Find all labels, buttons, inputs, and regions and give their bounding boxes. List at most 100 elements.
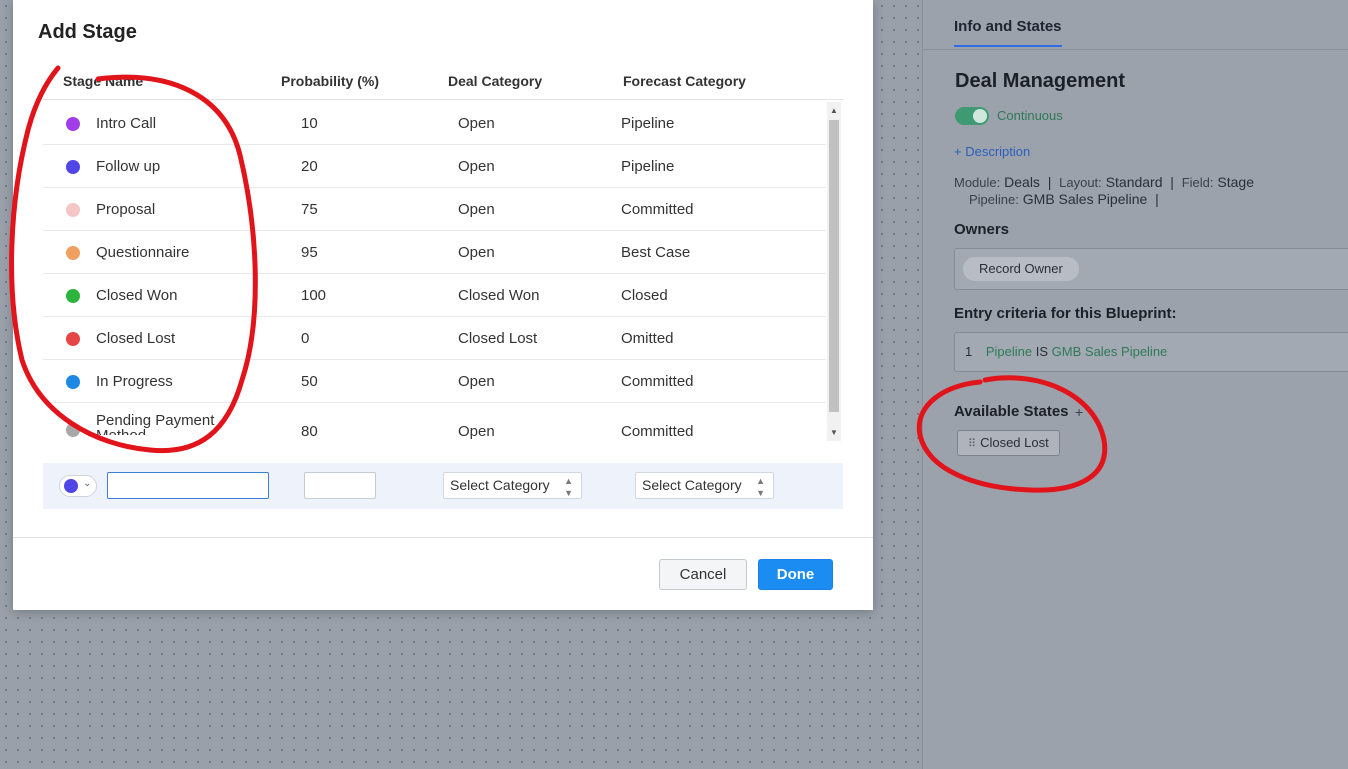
- add-description-link[interactable]: + Description: [954, 144, 1030, 159]
- table-row[interactable]: Intro Call 10 Open Pipeline: [43, 102, 826, 145]
- stage-color-dot: [66, 375, 80, 389]
- stage-color-dot: [66, 332, 80, 346]
- separator: |: [1047, 174, 1052, 190]
- table-scrollbar[interactable]: ▲ ▼: [827, 102, 841, 441]
- stage-name: Intro Call: [96, 115, 157, 132]
- stage-name: Questionnaire: [96, 244, 190, 261]
- pipeline-key: Pipeline:: [969, 192, 1019, 207]
- col-deal-category: Deal Category: [448, 73, 543, 89]
- stage-forecast-category: Committed: [621, 423, 694, 440]
- state-chip-label: Closed Lost: [980, 435, 1049, 450]
- field-key: Field:: [1181, 175, 1214, 190]
- stage-deal-category: Open: [458, 201, 495, 218]
- scroll-up-arrow-icon[interactable]: ▲: [827, 104, 841, 118]
- stage-probability: 100: [301, 287, 327, 304]
- stage-deal-category: Open: [458, 244, 495, 261]
- separator: |: [1155, 191, 1159, 207]
- table-row[interactable]: Closed Lost 0 Closed Lost Omitted: [43, 317, 826, 360]
- available-state-chip[interactable]: ⠿ Closed Lost: [957, 430, 1060, 456]
- continuous-toggle[interactable]: [955, 107, 989, 125]
- stage-name: Closed Won: [96, 287, 178, 304]
- blueprint-meta: Module: Deals | Layout: Standard | Field…: [954, 174, 1254, 208]
- table-row[interactable]: Questionnaire 95 Open Best Case: [43, 231, 826, 274]
- stage-color-dot: [66, 289, 80, 303]
- pipeline-value: GMB Sales Pipeline: [1022, 191, 1148, 207]
- stage-probability: 95: [301, 244, 318, 261]
- table-row[interactable]: In Progress 50 Open Committed: [43, 360, 826, 403]
- table-row[interactable]: Follow up 20 Open Pipeline: [43, 145, 826, 188]
- stage-color-dot: [66, 203, 80, 217]
- module-key: Module:: [954, 175, 1001, 190]
- scroll-thumb[interactable]: [829, 120, 839, 412]
- entry-criteria-box[interactable]: 1 Pipeline IS GMB Sales Pipeline: [954, 332, 1348, 372]
- col-forecast-category: Forecast Category: [623, 73, 746, 89]
- criteria-field: Pipeline: [985, 344, 1033, 359]
- footer-divider: [13, 537, 873, 538]
- stage-name: Closed Lost: [96, 330, 176, 347]
- modal-title: Add Stage: [38, 21, 137, 43]
- stage-color-dot: [66, 246, 80, 260]
- side-panel: Info and States Deal Management Continuo…: [922, 0, 1348, 769]
- module-value: Deals: [1004, 174, 1040, 190]
- stage-probability: 10: [301, 115, 318, 132]
- pipeline-line: Pipeline: GMB Sales Pipeline |: [954, 191, 1254, 208]
- probability-input[interactable]: [304, 472, 376, 499]
- selected-color-dot: [64, 479, 78, 493]
- stage-deal-category: Open: [458, 158, 495, 175]
- stage-deal-category: Open: [458, 373, 495, 390]
- layout-key: Layout:: [1059, 175, 1102, 190]
- deal-category-select-label: Select Category: [450, 477, 550, 493]
- side-tabs: Info and States: [923, 0, 1348, 50]
- layout-value: Standard: [1105, 174, 1163, 190]
- select-arrows-icon: ▲ ▼: [564, 476, 573, 498]
- stage-color-dot: [66, 423, 80, 437]
- stage-name: In Progress: [96, 373, 173, 390]
- stage-deal-category: Open: [458, 423, 495, 440]
- stage-probability: 50: [301, 373, 318, 390]
- stage-table: Intro Call 10 Open Pipeline Follow up 20…: [43, 99, 843, 441]
- cancel-button[interactable]: Cancel: [659, 559, 747, 590]
- new-stage-row: ⌄ Select Category ▲ ▼ Select Category ▲ ▼: [43, 463, 843, 509]
- separator: |: [1170, 174, 1174, 190]
- tab-info-and-states[interactable]: Info and States: [954, 18, 1062, 47]
- done-button[interactable]: Done: [758, 559, 833, 590]
- add-state-icon[interactable]: +: [1075, 404, 1083, 420]
- table-row[interactable]: Closed Won 100 Closed Won Closed: [43, 274, 826, 317]
- stage-name-input[interactable]: [107, 472, 269, 499]
- available-states-label: Available States: [954, 403, 1069, 420]
- stage-deal-category: Closed Won: [458, 287, 540, 304]
- table-row[interactable]: Pending Payment Method 80 Open Committed: [43, 403, 826, 441]
- col-stage-name: Stage Name: [63, 73, 144, 89]
- stage-forecast-category: Committed: [621, 201, 694, 218]
- stage-forecast-category: Omitted: [621, 330, 674, 347]
- stage-color-dot: [66, 117, 80, 131]
- stage-probability: 75: [301, 201, 318, 218]
- criteria-value: GMB Sales Pipeline: [1051, 344, 1168, 359]
- add-stage-modal: Add Stage Stage Name Probability (%) Dea…: [13, 0, 873, 610]
- drag-handle-icon[interactable]: ⠿: [968, 438, 976, 450]
- scroll-down-arrow-icon[interactable]: ▼: [827, 426, 841, 440]
- stage-name: Pending Payment Method: [96, 413, 215, 435]
- entry-criteria-label: Entry criteria for this Blueprint:: [954, 305, 1177, 322]
- owner-chip[interactable]: Record Owner: [963, 257, 1079, 281]
- stage-deal-category: Closed Lost: [458, 330, 538, 347]
- deal-category-select[interactable]: Select Category ▲ ▼: [443, 472, 582, 499]
- stage-probability: 80: [301, 423, 318, 440]
- owners-label: Owners: [954, 221, 1010, 238]
- forecast-category-select-label: Select Category: [642, 477, 742, 493]
- color-picker[interactable]: ⌄: [59, 475, 97, 497]
- field-value: Stage: [1217, 174, 1254, 190]
- col-probability: Probability (%): [281, 73, 380, 89]
- toggle-knob: [973, 109, 987, 123]
- select-arrows-icon: ▲ ▼: [756, 476, 765, 498]
- table-row[interactable]: Proposal 75 Open Committed: [43, 188, 826, 231]
- stage-forecast-category: Pipeline: [621, 158, 675, 175]
- stage-probability: 20: [301, 158, 318, 175]
- owners-field[interactable]: Record Owner: [954, 248, 1348, 290]
- forecast-category-select[interactable]: Select Category ▲ ▼: [635, 472, 774, 499]
- stage-deal-category: Open: [458, 115, 495, 132]
- stage-forecast-category: Best Case: [621, 244, 691, 261]
- stage-probability: 0: [301, 330, 310, 347]
- stage-forecast-category: Pipeline: [621, 115, 675, 132]
- continuous-label: Continuous: [997, 108, 1063, 123]
